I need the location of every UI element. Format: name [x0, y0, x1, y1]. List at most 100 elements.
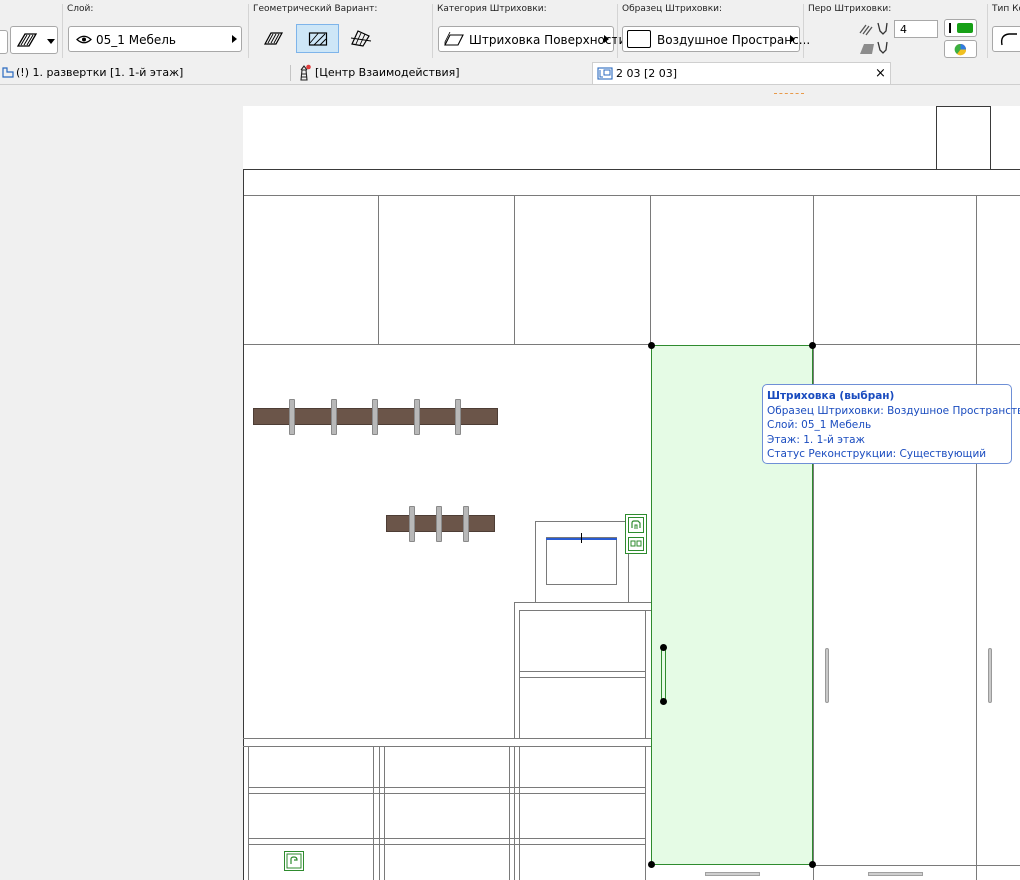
type-selector[interactable]: [992, 26, 1020, 52]
toolbar-divider: [248, 4, 249, 58]
parallelogram-hatch-icon: [263, 32, 284, 45]
drawing-line: [519, 671, 645, 672]
drawing-line: [248, 793, 645, 794]
tab-detail-label: 2 03 [2 03]: [616, 67, 678, 80]
appliance-marker: [581, 533, 582, 543]
drawing-line: [976, 195, 977, 880]
drawing-line: [373, 746, 374, 880]
chevron-right-icon: [604, 35, 609, 43]
tab-collaboration-center[interactable]: [Центр Взаимодействия]: [291, 62, 591, 84]
drawing-line: [514, 602, 651, 603]
tooltip-layer: Слой: 05_1 Мебель: [767, 419, 872, 432]
drawing-canvas[interactable]: [243, 106, 1020, 880]
drawer-handle: [705, 872, 760, 876]
contour-type-icon: [1000, 33, 1017, 46]
geometry-rotated-button[interactable]: [296, 24, 339, 53]
tooltip-pattern: Образец Штриховки: Воздушное Пространств…: [767, 404, 1020, 417]
tab-bar: (!) 1. развертки [1. 1-й этаж] [Центр Вз…: [0, 62, 1020, 85]
shelf-bracket: [372, 399, 378, 435]
drawing-line: [243, 746, 651, 747]
object-grid-marker-icon: [628, 537, 644, 551]
toolbar-divider: [432, 4, 433, 58]
drawing-line: [243, 738, 651, 739]
toolbar-divider: [62, 4, 63, 58]
drawing-line: [813, 865, 1020, 866]
info-box-toolbar: Слой: 05_1 Мебель Геометрический Вариант…: [0, 0, 1020, 63]
background-pen-button[interactable]: [944, 40, 977, 58]
object-hotspot-icon[interactable]: [284, 851, 304, 871]
hatch-pattern-selector[interactable]: Воздушное Пространс...: [622, 26, 810, 52]
tab-elevation[interactable]: (!) 1. развертки [1. 1-й этаж]: [0, 62, 290, 84]
hatch-tool-icon: [16, 33, 38, 47]
hatch-type-dropdown[interactable]: [10, 26, 58, 54]
selection-node[interactable]: [648, 342, 655, 349]
appliance-window: [546, 537, 617, 585]
drawing-line: [519, 746, 520, 880]
background-pen-icon: [860, 41, 888, 54]
chevron-right-icon: [790, 35, 795, 43]
shelf-bracket: [414, 399, 420, 435]
geometry-label: Геометрический Вариант:: [253, 4, 378, 14]
pen-number-input[interactable]: 4: [894, 20, 938, 38]
empty-pattern-icon: [627, 30, 651, 48]
drawing-line: [514, 746, 515, 880]
drawing-line: [248, 787, 645, 788]
type-label: Тип Ко: [992, 4, 1020, 14]
drawing-line: [519, 677, 645, 678]
selection-node[interactable]: [809, 861, 816, 868]
hatch-category-value: Штриховка Поверхности: [469, 33, 627, 47]
tooltip-title: Штриховка (выбран): [767, 390, 895, 402]
tab-detail-active[interactable]: 2 03 [2 03] ×: [592, 62, 891, 84]
drawing-line: [645, 746, 646, 880]
layer-label: Слой:: [67, 4, 94, 14]
drawing-line: [243, 169, 1020, 170]
toolbar-divider: [617, 4, 618, 58]
hatch-category-label: Категория Штриховки:: [437, 4, 547, 14]
drawing-line: [248, 838, 645, 839]
drawing-line: [813, 344, 1020, 345]
drawing-line: [519, 610, 520, 739]
snap-guide-marker: [774, 93, 804, 94]
lighthouse-icon: [300, 64, 311, 81]
shelf-bracket: [463, 506, 469, 542]
selection-node[interactable]: [648, 861, 655, 868]
geometry-rectangle-button[interactable]: [256, 24, 290, 52]
shelf-bracket: [455, 399, 461, 435]
pen-color-button[interactable]: [944, 19, 977, 37]
chevron-down-icon: [47, 39, 55, 44]
layer-value: 05_1 Мебель: [96, 33, 176, 47]
tab-elevation-label: (!) 1. развертки [1. 1-й этаж]: [16, 66, 184, 79]
drawing-line: [248, 746, 249, 880]
drawing-line: [248, 844, 645, 845]
drawing-line: [509, 746, 510, 880]
shelf-bracket: [289, 399, 295, 435]
hatch-category-selector[interactable]: Штриховка Поверхности: [438, 26, 626, 52]
tab-collaboration-label: [Центр Взаимодействия]: [315, 66, 460, 79]
selected-handle[interactable]: [661, 647, 666, 703]
drawer-handle: [868, 872, 923, 876]
shelf-bracket: [436, 506, 442, 542]
drawing-line: [990, 106, 991, 170]
geometry-skewed-button[interactable]: [344, 24, 378, 52]
element-info-tooltip: Штриховка (выбран) Образец Штриховки: Во…: [762, 384, 1020, 464]
drawing-line: [650, 195, 651, 344]
drawing-line: [243, 195, 1020, 196]
color-wheel-icon: [954, 43, 967, 56]
drawing-line: [384, 746, 385, 880]
selection-node[interactable]: [660, 644, 667, 651]
drawing-line: [379, 746, 380, 880]
elevation-view-icon: [2, 67, 14, 78]
shelf-bracket: [409, 506, 415, 542]
selection-node[interactable]: [660, 698, 667, 705]
drawing-line: [936, 106, 991, 107]
layer-selector[interactable]: 05_1 Мебель: [68, 26, 242, 52]
rect-hatch-icon: [308, 32, 328, 46]
hatch-pattern-label: Образец Штриховки:: [622, 4, 723, 14]
close-icon[interactable]: ×: [875, 66, 886, 81]
drawing-line: [378, 195, 379, 344]
partial-tool-button[interactable]: [0, 30, 8, 54]
toolbar-divider: [803, 4, 804, 58]
drawing-line: [243, 344, 651, 345]
door-handle: [825, 648, 829, 703]
selection-node[interactable]: [809, 342, 816, 349]
